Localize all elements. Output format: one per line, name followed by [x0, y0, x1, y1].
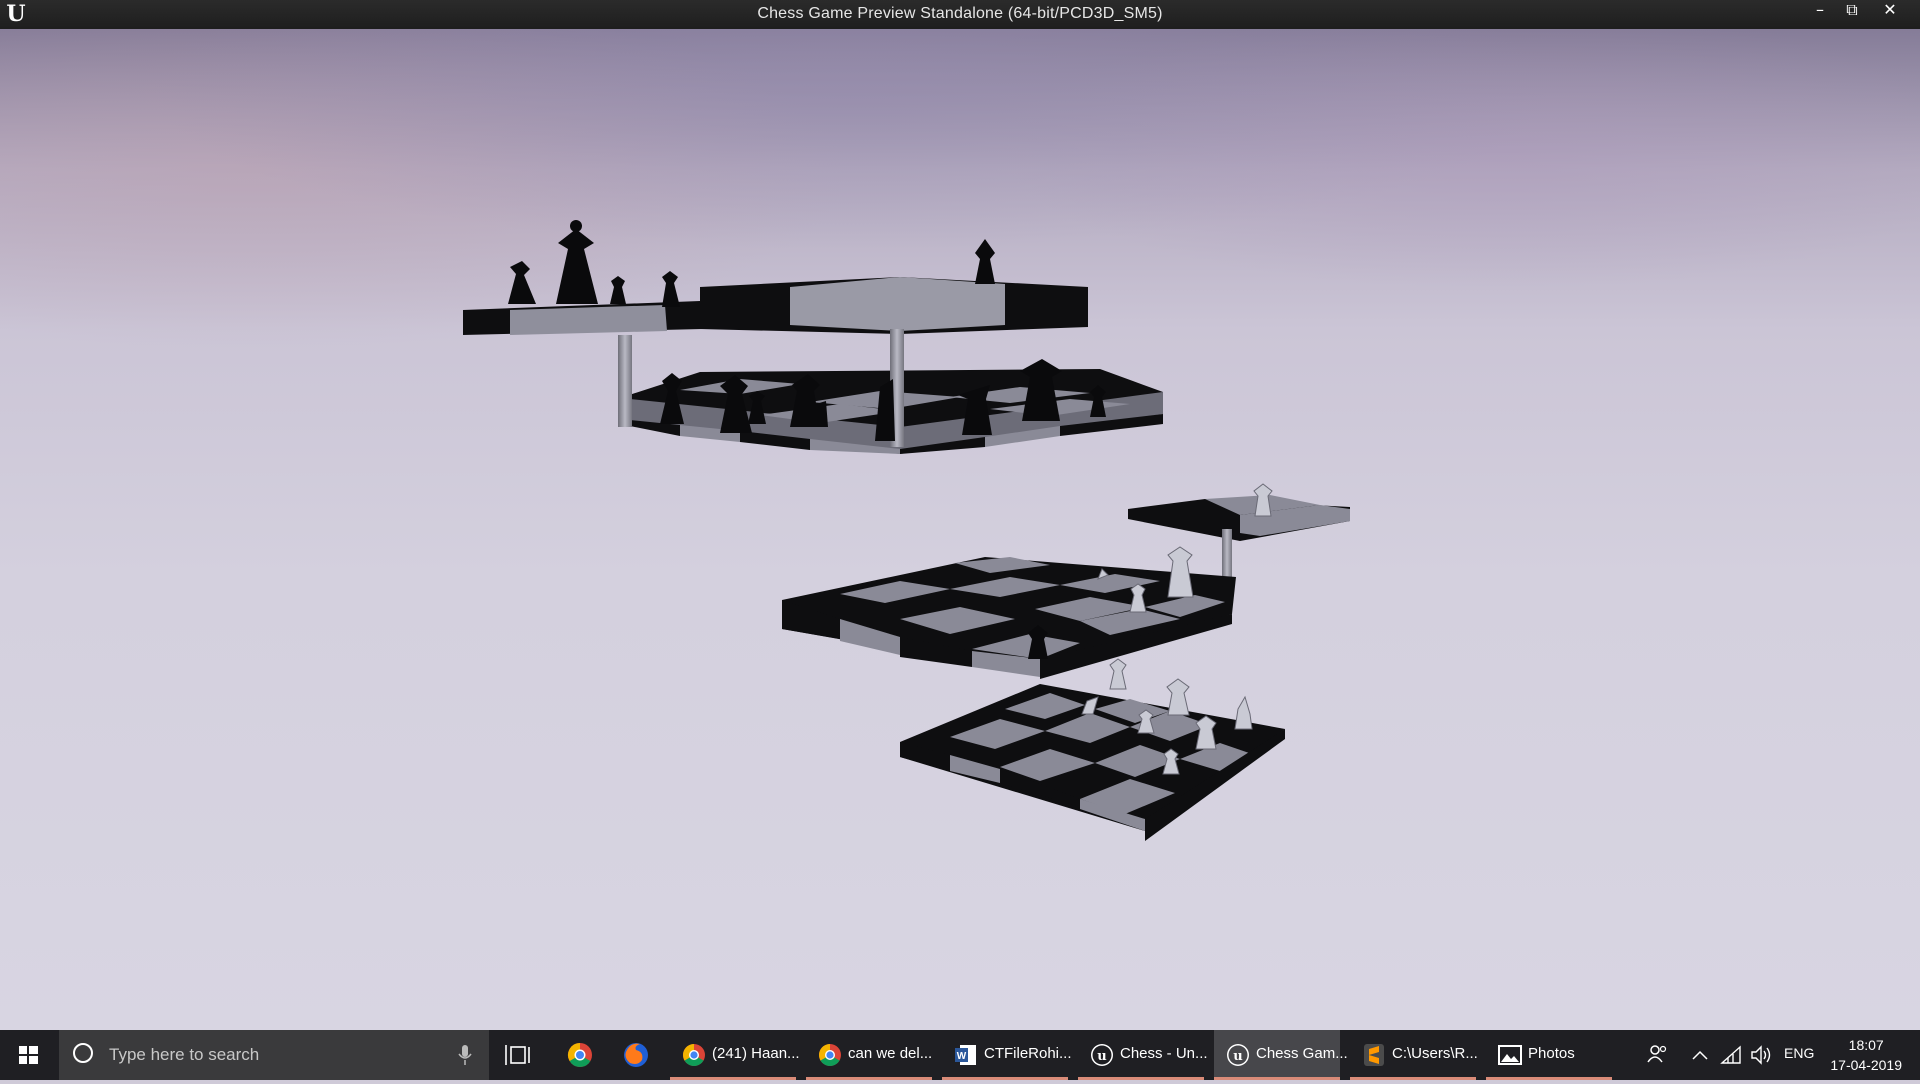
wifi-icon	[1720, 1045, 1741, 1064]
taskbar-app-label: C:\Users\R...	[1392, 1045, 1478, 1062]
taskbar-app-chrome-delete[interactable]: can we del...	[806, 1030, 932, 1080]
sublime-icon	[1364, 1044, 1384, 1066]
window-title-bar[interactable]: U Chess Game Preview Standalone (64-bit/…	[0, 0, 1920, 29]
input-language[interactable]: ENG	[1784, 1045, 1814, 1061]
close-button[interactable]: ✕	[1874, 0, 1906, 22]
pinned-firefox-button[interactable]	[616, 1030, 656, 1080]
task-view-icon	[505, 1045, 530, 1065]
start-button[interactable]	[0, 1030, 58, 1080]
taskbar-app-label: Chess - Un...	[1120, 1045, 1208, 1062]
windows-taskbar: Type here to search (241) Haan... can we…	[0, 1030, 1920, 1080]
taskbar-app-label: CTFileRohi...	[984, 1045, 1072, 1062]
taskbar-app-label: Photos	[1528, 1045, 1575, 1062]
svg-text:u: u	[1097, 1049, 1106, 1064]
show-hidden-icons-button[interactable]	[1686, 1030, 1714, 1080]
taskbar-app-unreal-editor[interactable]: u Chess - Un...	[1078, 1030, 1208, 1080]
firefox-icon	[624, 1043, 648, 1067]
unreal-icon: u	[1227, 1044, 1249, 1066]
window-title: Chess Game Preview Standalone (64-bit/PC…	[757, 5, 1163, 22]
chevron-up-icon	[1692, 1050, 1708, 1060]
taskbar-app-label: (241) Haan...	[712, 1045, 800, 1062]
pinned-chrome-button[interactable]	[560, 1030, 600, 1080]
microphone-icon[interactable]	[457, 1044, 473, 1066]
taskbar-app-photos[interactable]: Photos	[1486, 1030, 1612, 1080]
clock-time: 18:07	[1848, 1037, 1884, 1053]
svg-text:W: W	[957, 1051, 967, 1062]
game-viewport[interactable]	[0, 29, 1920, 1030]
clock-date: 17-04-2019	[1830, 1057, 1902, 1073]
chess-scene	[463, 220, 1350, 841]
volume-button[interactable]	[1746, 1030, 1776, 1080]
taskbar-app-word[interactable]: W CTFileRohi...	[942, 1030, 1072, 1080]
speaker-icon	[1751, 1045, 1771, 1065]
word-icon: W	[955, 1045, 976, 1065]
taskbar-app-label: can we del...	[848, 1045, 933, 1062]
restore-button[interactable]: ⧉	[1836, 0, 1868, 22]
chrome-icon	[819, 1044, 841, 1066]
taskbar-app-chess-game[interactable]: u Chess Gam...	[1214, 1030, 1348, 1080]
chrome-icon	[683, 1044, 705, 1066]
unreal-icon: u	[1091, 1044, 1113, 1066]
chrome-icon	[567, 1043, 592, 1068]
photos-icon	[1498, 1045, 1522, 1065]
people-icon	[1647, 1045, 1667, 1063]
people-button[interactable]	[1640, 1030, 1676, 1080]
windows-logo-icon	[19, 1046, 38, 1064]
network-button[interactable]	[1716, 1030, 1746, 1080]
taskbar-clock[interactable]: 18:07 17-04-2019	[1830, 1035, 1902, 1075]
svg-text:u: u	[1233, 1049, 1242, 1064]
search-placeholder: Type here to search	[109, 1045, 260, 1064]
middle-boards	[782, 495, 1350, 679]
taskbar-app-label: Chess Gam...	[1256, 1045, 1348, 1062]
minimize-button[interactable]: –	[1804, 0, 1836, 22]
task-view-button[interactable]	[500, 1030, 540, 1080]
taskbar-search-box[interactable]: Type here to search	[59, 1030, 489, 1080]
taskbar-app-chrome-haan[interactable]: (241) Haan...	[670, 1030, 800, 1080]
cortana-icon[interactable]	[73, 1043, 93, 1063]
taskbar-app-sublime[interactable]: C:\Users\R...	[1350, 1030, 1478, 1080]
